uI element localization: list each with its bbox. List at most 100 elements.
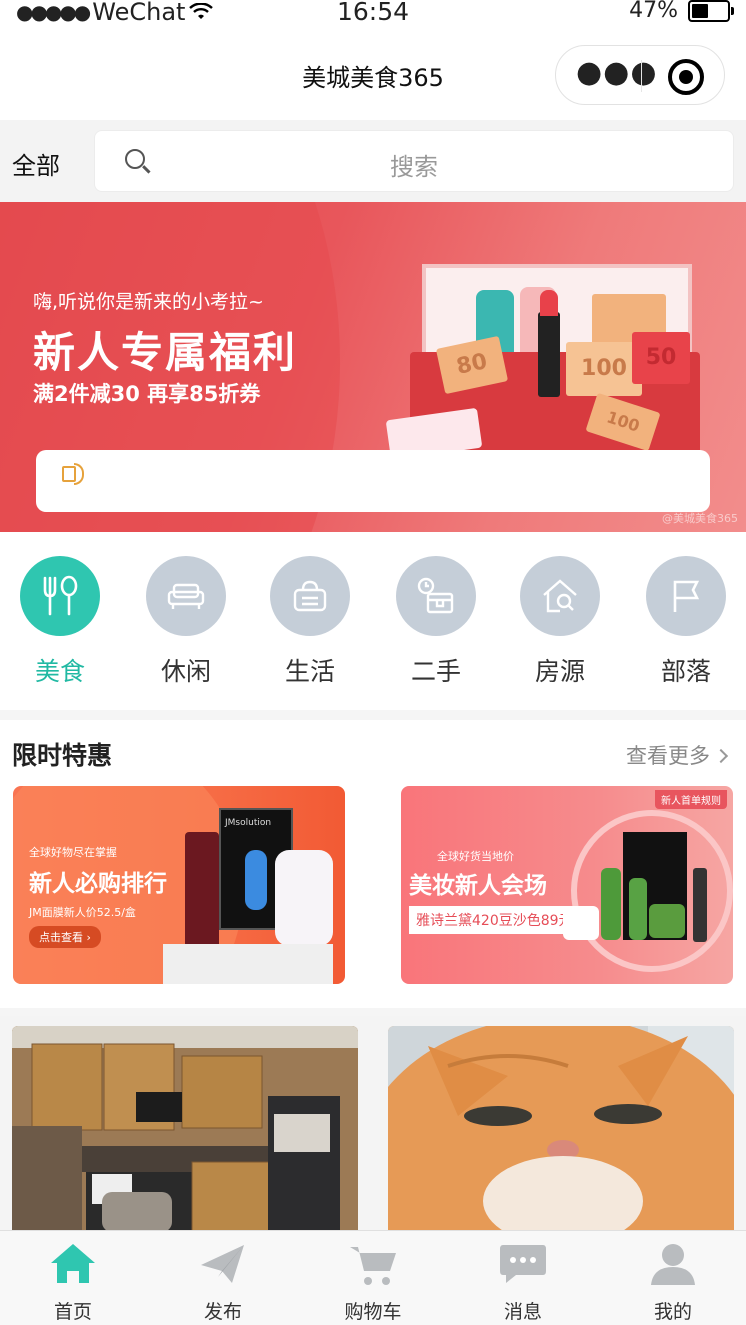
coupon-value: 100 <box>581 356 627 381</box>
tab-home[interactable]: 首页 <box>13 1241 133 1324</box>
category-circle <box>146 556 226 636</box>
product-bottle-illustration <box>245 850 267 910</box>
view-more-label: 查看更多 <box>626 744 710 768</box>
category-circle <box>646 556 726 636</box>
category-item-housing[interactable]: 房源 <box>510 556 610 688</box>
cart-icon <box>350 1247 396 1285</box>
battery-percent: 47% <box>629 0 678 23</box>
section-title: 限时特惠 <box>12 741 113 770</box>
home-icon <box>51 1244 95 1283</box>
search-placeholder: 搜索 <box>390 153 438 181</box>
category-item-life[interactable]: 生活 <box>260 556 360 688</box>
category-all-button[interactable]: 全部 <box>12 146 60 181</box>
tab-publish[interactable]: 发布 <box>163 1241 283 1324</box>
more-dots-icon[interactable]: ●●● <box>576 58 658 88</box>
category-label: 房源 <box>534 657 585 686</box>
coupon-value: 80 <box>454 349 490 380</box>
category-circle <box>270 556 350 636</box>
category-item-leisure[interactable]: 休闲 <box>136 556 236 688</box>
promo-small-text: 全球好货当地价 <box>437 850 514 863</box>
coupon-illustration: 50 <box>632 332 690 384</box>
product-jar-illustration <box>275 850 333 946</box>
category-label: 生活 <box>284 657 335 686</box>
promo-big-text: 新人必购排行 <box>29 871 167 897</box>
category-circle <box>20 556 100 636</box>
tab-label: 购物车 <box>344 1301 402 1323</box>
tab-profile[interactable]: 我的 <box>613 1241 733 1324</box>
sofa-icon <box>167 583 205 609</box>
tab-label: 首页 <box>53 1301 92 1323</box>
category-label: 休闲 <box>160 657 211 686</box>
target-icon[interactable] <box>668 59 704 95</box>
tab-label: 发布 <box>203 1301 242 1323</box>
coupon-value: 100 <box>604 407 642 436</box>
coupon-illustration: 100 <box>566 342 642 396</box>
tab-cart[interactable]: 购物车 <box>313 1241 433 1324</box>
promo-badge: 新人首单规则 <box>655 790 727 809</box>
lipstick-illustration <box>538 290 560 397</box>
product-bottle-illustration <box>629 878 647 940</box>
view-more-link[interactable]: 查看更多 <box>626 740 729 770</box>
promo-price-line: 雅诗兰黛420豆沙色89元 <box>409 906 580 934</box>
product-tube-illustration <box>185 832 219 956</box>
feed-list <box>0 1016 746 1246</box>
basket-icon <box>293 580 327 612</box>
promo-banner[interactable]: 嗨,听说你是新来的小考拉~ 新人专属福利 满2件减30 再享85折券 80 10… <box>0 202 746 532</box>
tab-label: 消息 <box>503 1301 542 1323</box>
search-row: 全部 搜索 <box>0 120 746 202</box>
status-bar: ●●●●● WeChat 16:54 47% <box>0 0 746 26</box>
category-label: 部落 <box>660 657 711 686</box>
product-lipstick-illustration <box>693 868 707 942</box>
product-pedestal-illustration <box>163 944 333 984</box>
user-icon <box>651 1244 695 1285</box>
flash-sale-section: 限时特惠 查看更多 全球好物尽在掌握 新人必购排行 JM面膜新人价52.5/盒 … <box>0 720 746 1008</box>
feed-card-kitchen[interactable] <box>12 1026 358 1246</box>
notice-bar[interactable] <box>36 450 710 512</box>
promo-view-button[interactable]: 点击查看 › <box>29 926 101 948</box>
capsule-divider <box>641 60 642 92</box>
fork-spoon-icon <box>43 575 78 616</box>
category-item-secondhand[interactable]: 二手 <box>386 556 486 688</box>
category-item-tribe[interactable]: 部落 <box>636 556 736 688</box>
promo-card-ranking[interactable]: 全球好物尽在掌握 新人必购排行 JM面膜新人价52.5/盒 点击查看 › JMs… <box>13 786 345 984</box>
tab-icon-wrap <box>48 1241 98 1287</box>
category-circle <box>396 556 476 636</box>
product-bottle-illustration <box>601 868 621 940</box>
speaker-icon <box>62 463 84 485</box>
tab-icon-wrap <box>348 1241 398 1287</box>
tab-icon-wrap <box>648 1241 698 1287</box>
promo-big-text: 美妆新人会场 <box>409 873 547 899</box>
coupon-value: 50 <box>645 345 677 370</box>
tab-bar: 首页 发布 购物车 消息 我的 <box>0 1230 746 1325</box>
chat-icon <box>500 1245 546 1283</box>
product-jar-illustration <box>649 904 685 938</box>
banner-title: 新人专属福利 <box>33 328 298 377</box>
tab-icon-wrap <box>198 1241 248 1287</box>
category-item-food[interactable]: 美食 <box>10 556 110 688</box>
paper-plane-icon <box>201 1245 244 1283</box>
tab-messages[interactable]: 消息 <box>463 1241 583 1324</box>
category-circle <box>520 556 600 636</box>
banner-promo: 满2件减30 再享85折券 <box>33 382 261 406</box>
flag-icon <box>673 580 700 612</box>
status-right: 47% <box>629 0 734 23</box>
feed-card-cat[interactable] <box>388 1026 734 1246</box>
tab-icon-wrap <box>498 1241 548 1287</box>
tab-label: 我的 <box>653 1301 692 1323</box>
promo-small-text: 全球好物尽在掌握 <box>29 846 117 859</box>
box-icon <box>417 577 454 614</box>
product-cream-illustration <box>563 906 599 940</box>
banner-watermark: @美城美食365 <box>662 512 738 525</box>
product-brand-label: JMsolution <box>225 818 272 828</box>
nav-bar: 美城美食365 ●●● <box>0 26 746 120</box>
cat-photo <box>388 1026 734 1246</box>
promo-card-beauty[interactable]: 新人首单规则 全球好货当地价 美妆新人会场 雅诗兰黛420豆沙色89元 <box>401 786 733 984</box>
search-input[interactable]: 搜索 <box>94 130 734 192</box>
category-grid: 美食 休闲 生活 二手 房源 部落 <box>0 532 746 710</box>
chevron-right-icon <box>713 748 729 764</box>
house-search-icon <box>543 579 577 613</box>
category-label: 二手 <box>410 657 461 686</box>
mini-program-capsule: ●●● <box>555 45 725 105</box>
kitchen-photo <box>12 1026 358 1246</box>
banner-subtitle: 嗨,听说你是新来的小考拉~ <box>33 291 264 313</box>
